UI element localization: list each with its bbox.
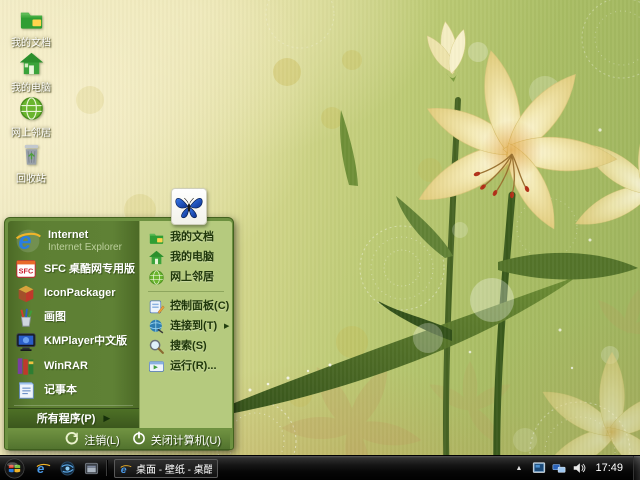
internet-explorer-icon: e [14,227,42,255]
shutdown-label: 关闭计算机(U) [150,435,221,447]
start-menu-pinned-list: e Internet Internet Explorer SFC SFC 桌酷网… [8,221,140,428]
paint-icon [14,306,38,330]
start-menu-item-kmplayer[interactable]: KMPlayer中文版 [8,330,139,354]
desktop-icon-network-places[interactable]: 网上邻居 [1,95,61,139]
iconpackager-icon [14,281,38,305]
start-menu-places-list: 我的文档 我的电脑 网上邻居 控制面板(C) 连接到(T) ▶ 搜索(S) 运行… [139,221,233,428]
start-menu-item-label: Internet [48,228,89,241]
desktop-icon-my-computer[interactable]: 我的电脑 [1,50,61,94]
start-menu-footer: 注销(L) 关闭计算机(U) [8,429,230,451]
notepad-icon [14,378,38,402]
windows-orb-icon [4,458,25,478]
system-tray: ▲ 17:49 [512,455,640,480]
start-menu-item-my-computer[interactable]: 我的电脑 [140,247,232,267]
run-icon [147,357,165,375]
start-menu: e Internet Internet Explorer SFC SFC 桌酷网… [4,217,234,451]
start-menu-item-sfc[interactable]: SFC SFC 桌酷网专用版 [8,257,139,281]
all-programs-button[interactable]: 所有程序(P) ▶ [8,407,140,428]
ie-quicklaunch-icon[interactable]: e [36,461,51,476]
start-menu-item-control-panel[interactable]: 控制面板(C) [140,296,232,316]
start-menu-item-paint[interactable]: 画图 [8,306,139,330]
svg-text:SFC: SFC [19,267,34,276]
submenu-arrow-icon: ▶ [223,323,230,330]
all-programs-label: 所有程序(P) [36,413,96,426]
desktop: 我的文档 我的电脑 网上邻居 回收站 e Internet Internet E… [0,0,640,480]
logoff-icon [65,431,79,450]
volume-tray-icon[interactable] [572,461,586,475]
display-tray-icon[interactable] [532,461,546,475]
my-documents-icon [147,228,165,246]
globe-quicklaunch-icon[interactable] [60,460,75,476]
start-menu-item-label: IconPackager [44,286,116,299]
start-menu-item-label: 连接到(T) [170,319,218,332]
start-menu-item-winrar[interactable]: WinRAR [8,354,139,378]
start-menu-item-notepad[interactable]: 记事本 [8,378,139,402]
ie-page-icon: e [120,462,132,476]
taskbar-clock[interactable]: 17:49 [595,462,623,474]
start-menu-item-label: KMPlayer中文版 [44,335,128,348]
winrar-icon [14,354,38,378]
start-menu-item-label: 画图 [44,311,66,324]
show-desktop-button[interactable] [633,455,640,480]
desktop-icon-label: 网上邻居 [11,128,51,139]
desktop-icon-recycle-bin[interactable]: 回收站 [1,141,61,185]
start-menu-item-label: 控制面板(C) [170,299,230,312]
power-icon [132,430,146,450]
start-menu-item-label: 网上邻居 [170,270,215,283]
start-button[interactable] [4,458,25,479]
svg-text:e: e [18,228,31,254]
svg-text:e: e [37,461,44,476]
start-menu-item-iconpackager[interactable]: IconPackager [8,281,139,305]
kmplayer-icon [14,330,38,354]
start-menu-item-label: 记事本 [44,383,77,396]
start-menu-item-network-places[interactable]: 网上邻居 [140,267,232,287]
network-tray-icon[interactable] [552,461,566,475]
start-menu-item-label: 我的电脑 [170,250,215,263]
task-button-label: 桌面 - 壁纸 - 桌酷... [136,464,212,476]
recycle-bin-icon [18,141,45,168]
desktop-icon-label: 我的文档 [11,38,51,49]
desktop-icon-label: 我的电脑 [11,83,51,94]
my-documents-icon [18,5,45,32]
shutdown-button[interactable]: 关闭计算机(U) [132,430,221,450]
start-menu-item-connect-to[interactable]: 连接到(T) ▶ [140,316,232,336]
sfc-icon: SFC [14,257,38,281]
start-menu-item-label: 我的文档 [170,230,215,243]
start-menu-item-my-documents[interactable]: 我的文档 [140,227,232,247]
quick-launch-bar: e [36,461,99,476]
all-programs-arrow-icon: ▶ [103,412,111,423]
start-menu-item-label: 搜索(S) [170,339,207,352]
logoff-button[interactable]: 注销(L) [65,431,120,450]
task-button-desktop-wallpaper[interactable]: e 桌面 - 壁纸 - 桌酷... [114,458,218,478]
logoff-label: 注销(L) [84,435,120,447]
search-icon [147,337,165,355]
desktop-icon-my-documents[interactable]: 我的文档 [1,5,61,49]
network-places-icon [147,268,165,286]
desktop-icon-label: 回收站 [16,174,46,185]
start-menu-item-sublabel: Internet Explorer [48,241,122,253]
start-menu-right-separator [148,291,225,292]
network-places-icon [18,95,45,122]
my-computer-icon [18,50,45,77]
start-menu-item-run[interactable]: 运行(R)... [140,356,232,376]
start-menu-item-label: 运行(R)... [170,359,217,372]
taskbar: e e 桌面 - 壁纸 - 桌酷... ▲ [0,455,640,480]
control-panel-icon [147,297,165,315]
connect-to-icon [147,317,165,335]
tray-chevron-icon[interactable]: ▲ [512,465,527,472]
start-menu-item-search[interactable]: 搜索(S) [140,336,232,356]
start-menu-item-label: WinRAR [44,359,88,372]
start-menu-left-separator [14,404,134,406]
butterfly-logo [171,188,207,225]
taskbar-separator [106,460,107,476]
my-computer-icon [147,248,165,266]
start-menu-item-internet[interactable]: e Internet Internet Explorer [8,224,139,257]
window-quicklaunch-icon[interactable] [84,461,99,476]
start-menu-item-label: SFC 桌酷网专用版 [44,262,136,275]
